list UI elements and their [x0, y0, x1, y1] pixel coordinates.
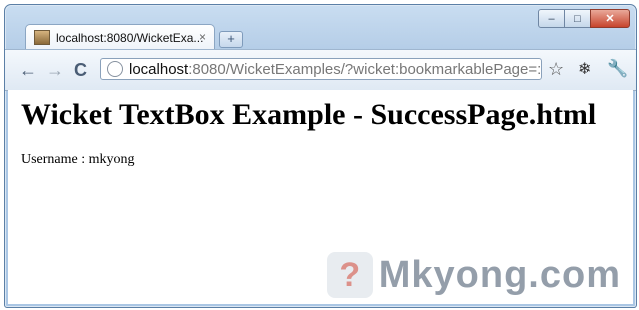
url-host: localhost: [129, 60, 189, 78]
watermark-text: Mkyong.com: [378, 253, 621, 296]
globe-icon: [107, 61, 123, 77]
extension-bug-icon[interactable]: ❄: [578, 59, 591, 79]
address-bar[interactable]: localhost :8080/WicketExamples/?wicket:b…: [100, 58, 542, 80]
tab-close-icon[interactable]: ×: [199, 30, 206, 44]
browser-toolbar: ← → C localhost :8080/WicketExamples/?wi…: [5, 49, 636, 91]
browser-tab[interactable]: localhost:8080/WicketExa... ×: [25, 24, 215, 50]
bookmark-star-icon[interactable]: ☆: [548, 59, 564, 80]
minimize-button[interactable]: –: [538, 9, 565, 28]
back-arrow-icon[interactable]: ←: [19, 60, 37, 81]
watermark-logo: ? Mkyong.com: [326, 252, 621, 298]
reload-icon[interactable]: C: [74, 60, 87, 81]
tab-title: localhost:8080/WicketExa...: [56, 30, 204, 45]
page-heading: Wicket TextBox Example - SuccessPage.htm…: [21, 98, 597, 131]
url-path: :8080/WicketExamples/?wicket:bookmarkabl…: [188, 60, 542, 78]
forward-arrow-icon[interactable]: →: [46, 60, 64, 81]
wrench-menu-icon[interactable]: 🔧: [607, 59, 628, 79]
favicon-icon: [34, 30, 50, 45]
window-controls: – □ ✕: [538, 9, 630, 28]
username-text: Username : mkyong: [21, 152, 135, 167]
browser-window: – □ ✕ localhost:8080/WicketExa... × + ← …: [4, 4, 637, 308]
question-mark-icon: ?: [326, 252, 373, 298]
close-window-button[interactable]: ✕: [590, 9, 630, 28]
new-tab-button[interactable]: +: [219, 31, 243, 48]
page-content: Wicket TextBox Example - SuccessPage.htm…: [8, 90, 633, 304]
maximize-button[interactable]: □: [564, 9, 591, 28]
